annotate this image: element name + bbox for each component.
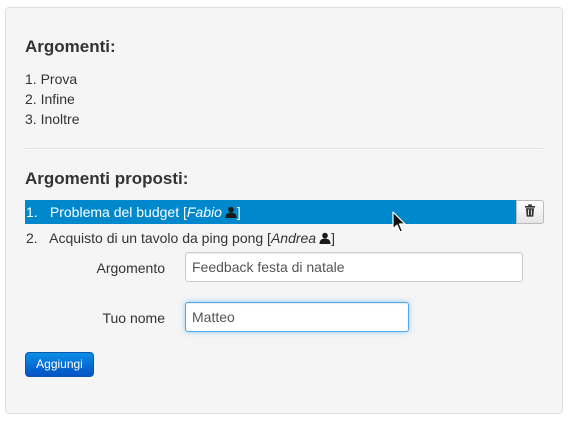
argument-item: 2. Infine <box>25 91 75 107</box>
delete-button[interactable] <box>516 200 544 224</box>
user-icon <box>319 227 331 244</box>
proposed-item-budget[interactable]: 1. Problema del budget [Fabio] <box>25 200 516 224</box>
proposed-item-text: Problema del budget [ <box>49 204 187 220</box>
topics-panel: Argomenti: 1. Prova 2. Infine 3. Inoltre… <box>5 7 563 414</box>
arguments-list: 1. Prova 2. Infine 3. Inoltre <box>25 69 79 129</box>
proposed-item-ping-pong[interactable]: 2. Acquisto di un tavolo da ping pong [A… <box>25 226 516 250</box>
proposed-item-author: Fabio <box>186 204 222 220</box>
arguments-heading: Argomenti: <box>25 37 116 56</box>
proposed-item-text: Acquisto di un tavolo da ping pong [ <box>49 230 271 246</box>
name-input[interactable] <box>185 302 409 332</box>
trash-icon <box>524 204 536 220</box>
argument-item: 3. Inoltre <box>25 111 80 127</box>
section-divider <box>25 148 543 150</box>
proposed-item-close: ] <box>331 230 335 246</box>
proposed-item-author: Andrea <box>270 230 317 246</box>
argument-item: 1. Prova <box>25 71 78 87</box>
topic-label: Argomento <box>96 260 165 276</box>
mouse-cursor-icon <box>392 211 408 235</box>
name-label: Tuo nome <box>102 310 165 326</box>
proposed-heading: Argomenti proposti: <box>25 169 189 188</box>
proposed-item-number: 1. <box>26 204 38 220</box>
topic-input[interactable] <box>185 252 523 282</box>
proposed-item-number: 2. <box>26 230 38 246</box>
add-button[interactable]: Aggiungi <box>25 352 94 377</box>
proposed-item-close: ] <box>236 204 241 220</box>
user-icon <box>225 201 237 218</box>
